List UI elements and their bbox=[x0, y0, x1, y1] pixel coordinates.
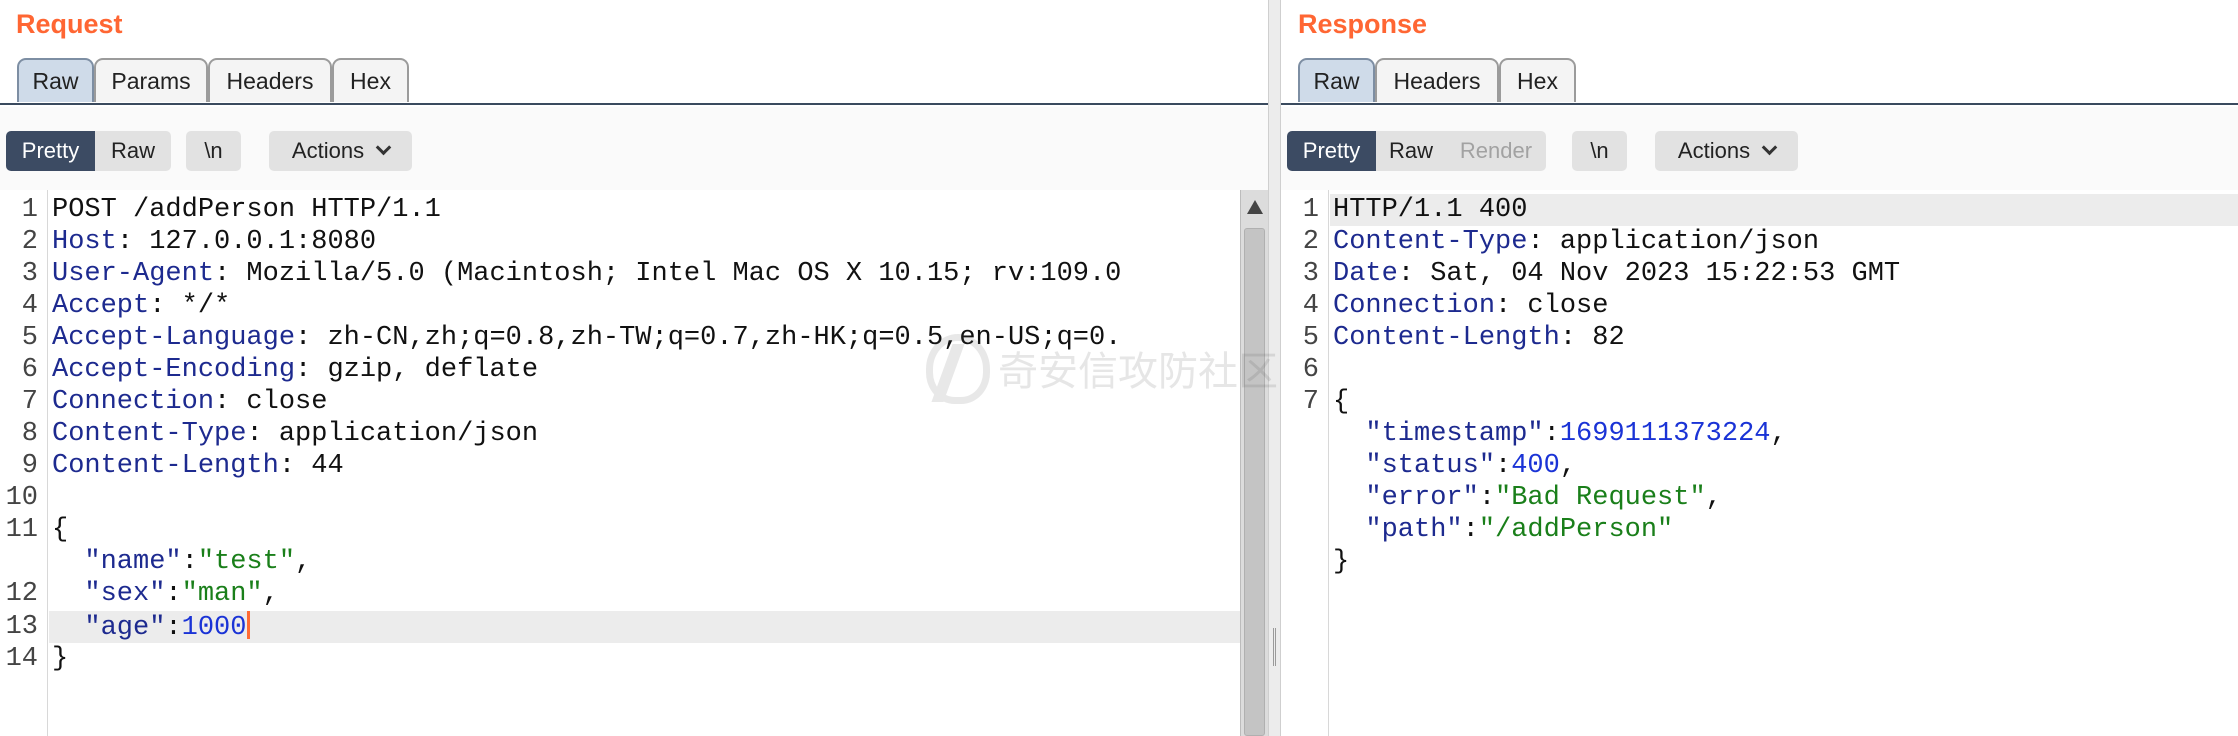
request-vertical-scrollbar[interactable] bbox=[1240, 190, 1268, 736]
request-newline-toggle[interactable]: \n bbox=[186, 131, 241, 171]
line-number: 1 bbox=[21, 195, 38, 225]
response-render-button: Render bbox=[1446, 131, 1546, 171]
line-number: 12 bbox=[5, 579, 38, 609]
request-pretty-button[interactable]: Pretty bbox=[6, 131, 95, 171]
request-header-line: Accept: */* bbox=[52, 291, 231, 321]
line-number: 3 bbox=[1302, 259, 1319, 289]
request-body-line: "sex":"man", bbox=[84, 579, 279, 609]
request-tab-params[interactable]: Params bbox=[94, 58, 208, 102]
response-editor[interactable]: 1 HTTP/1.1 400 2 Content-Type: applicati… bbox=[1281, 190, 2238, 736]
response-title: Response bbox=[1298, 9, 1428, 39]
response-body-line: "status":400, bbox=[1365, 451, 1577, 481]
request-body-line: } bbox=[52, 644, 69, 674]
response-pane: Response Raw Headers Hex Pretty Raw Rend… bbox=[1281, 0, 2238, 736]
response-tabbar: Raw Headers Hex bbox=[1281, 58, 2238, 105]
response-tab-headers[interactable]: Headers bbox=[1375, 58, 1499, 102]
response-body-line: "timestamp":1699111373224, bbox=[1365, 419, 1787, 449]
request-tabbar: Raw Params Headers Hex bbox=[0, 58, 1268, 105]
splitter-grip-icon[interactable] bbox=[1273, 628, 1276, 666]
request-header-line: Accept-Encoding: gzip, deflate bbox=[52, 355, 539, 385]
response-toolbar: Pretty Raw Render \n Actions bbox=[1281, 107, 2238, 190]
response-body-line: "path":"/addPerson" bbox=[1365, 515, 1674, 545]
request-body-line: { bbox=[52, 515, 69, 545]
response-header-line: Content-Length: 82 bbox=[1333, 323, 1625, 353]
line-number: 13 bbox=[5, 612, 38, 642]
line-number: 9 bbox=[21, 451, 38, 481]
response-header-line: Date: Sat, 04 Nov 2023 15:22:53 GMT bbox=[1333, 259, 1901, 289]
request-view-mode-toggle: Pretty Raw bbox=[6, 131, 171, 171]
request-tab-headers[interactable]: Headers bbox=[208, 58, 332, 102]
scroll-up-arrow-icon[interactable] bbox=[1247, 200, 1263, 214]
response-status-line: HTTP/1.1 400 bbox=[1333, 195, 1528, 225]
request-body-line: "name":"test", bbox=[84, 547, 312, 577]
request-header-line: Host: 127.0.0.1:8080 bbox=[52, 227, 377, 257]
request-body-line: "age":1000 bbox=[52, 611, 1240, 643]
line-number: 14 bbox=[5, 644, 38, 674]
line-number: 2 bbox=[21, 227, 38, 257]
request-title: Request bbox=[16, 9, 123, 39]
request-header-line: Content-Type: application/json bbox=[52, 419, 539, 449]
response-newline-toggle[interactable]: \n bbox=[1572, 131, 1627, 171]
request-tab-raw[interactable]: Raw bbox=[17, 58, 94, 102]
line-number: 3 bbox=[21, 259, 38, 289]
line-number: 7 bbox=[1302, 387, 1319, 417]
response-raw-button[interactable]: Raw bbox=[1376, 131, 1446, 171]
request-editor[interactable]: 1 POST /addPerson HTTP/1.1 2 Host: 127.0… bbox=[0, 190, 1268, 736]
line-number: 4 bbox=[21, 291, 38, 321]
request-toolbar: Pretty Raw \n Actions bbox=[0, 107, 1268, 190]
line-number: 2 bbox=[1302, 227, 1319, 257]
request-header-line: Accept-Language: zh-CN,zh;q=0.8,zh-TW;q=… bbox=[52, 323, 1122, 353]
request-header-line: Connection: close bbox=[52, 387, 328, 417]
response-header-line: Connection: close bbox=[1333, 291, 1609, 321]
request-actions-button[interactable]: Actions bbox=[269, 131, 412, 171]
response-body-line: } bbox=[1333, 547, 1350, 577]
request-header-line: Content-Length: 44 bbox=[52, 451, 344, 481]
response-pretty-button[interactable]: Pretty bbox=[1287, 131, 1376, 171]
text-caret bbox=[247, 611, 251, 639]
line-number: 10 bbox=[5, 483, 38, 513]
line-number: 11 bbox=[5, 515, 38, 545]
response-view-mode-toggle: Pretty Raw Render bbox=[1287, 131, 1546, 171]
line-number: 5 bbox=[1302, 323, 1319, 353]
request-actions-label: Actions bbox=[291, 138, 365, 163]
request-tab-hex[interactable]: Hex bbox=[332, 58, 409, 102]
request-pane: Request Raw Params Headers Hex Pretty Ra… bbox=[0, 0, 1268, 736]
request-line: POST /addPerson HTTP/1.1 bbox=[52, 195, 441, 225]
line-number: 7 bbox=[21, 387, 38, 417]
line-number: 8 bbox=[21, 419, 38, 449]
request-header-line: User-Agent: Mozilla/5.0 (Macintosh; Inte… bbox=[52, 259, 1122, 289]
line-number: 4 bbox=[1302, 291, 1319, 321]
response-tab-raw[interactable]: Raw bbox=[1298, 58, 1375, 102]
response-body-line: "error":"Bad Request", bbox=[1365, 483, 1722, 513]
response-header-line: Content-Type: application/json bbox=[1333, 227, 1820, 257]
response-actions-button[interactable]: Actions bbox=[1655, 131, 1798, 171]
chevron-down-icon bbox=[1761, 139, 1778, 156]
pane-splitter[interactable] bbox=[1268, 0, 1281, 736]
response-tab-hex[interactable]: Hex bbox=[1499, 58, 1576, 102]
request-raw-button[interactable]: Raw bbox=[95, 131, 171, 171]
response-body-line: { bbox=[1333, 387, 1350, 417]
line-number: 1 bbox=[1302, 195, 1319, 225]
chevron-down-icon bbox=[375, 139, 392, 156]
scrollbar-thumb[interactable] bbox=[1244, 228, 1265, 736]
line-number: 5 bbox=[21, 323, 38, 353]
response-actions-label: Actions bbox=[1677, 138, 1751, 163]
line-number: 6 bbox=[21, 355, 38, 385]
line-number: 6 bbox=[1302, 355, 1319, 385]
